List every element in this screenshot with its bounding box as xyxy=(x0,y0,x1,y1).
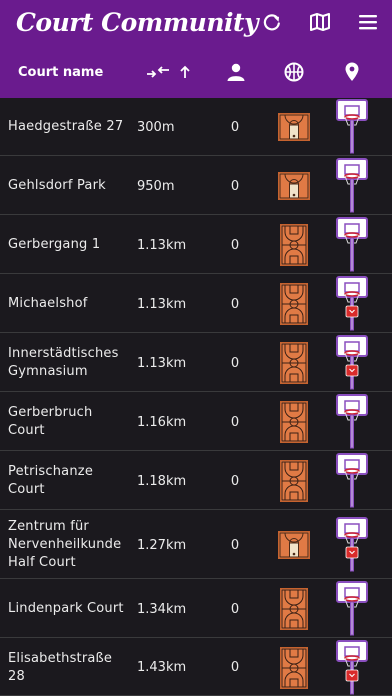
app-title: Court Community xyxy=(16,8,259,37)
court-name: Innerstädtisches Gymnasium xyxy=(8,346,119,379)
court-distance: 1.27km xyxy=(137,537,187,553)
hoop-icon xyxy=(332,580,372,638)
court-distance: 1.18km xyxy=(137,473,187,489)
column-players[interactable] xyxy=(226,46,246,98)
table-row[interactable]: Lindenpark Court 1.34km 0 xyxy=(0,580,392,638)
hoop-with-net-icon xyxy=(332,275,372,333)
hoop-icon xyxy=(332,216,372,274)
court-name-label: Court name xyxy=(18,64,104,80)
full-court-icon xyxy=(276,275,312,333)
person-icon xyxy=(227,63,245,81)
table-row[interactable]: Zentrum für Nervenheilkunde Half Court 1.… xyxy=(0,511,392,579)
player-count: 0 xyxy=(230,355,240,371)
court-name: Michaelshof xyxy=(8,296,88,311)
refresh-icon[interactable] xyxy=(258,10,286,34)
player-count: 0 xyxy=(230,237,240,253)
court-distance: 1.13km xyxy=(137,237,187,253)
hoop-icon xyxy=(332,157,372,215)
player-count: 0 xyxy=(230,660,240,675)
column-surface[interactable] xyxy=(284,46,304,98)
swap-arrows-icon xyxy=(147,66,169,78)
half-court-icon xyxy=(276,98,312,156)
full-court-icon xyxy=(276,580,312,638)
court-name: Haedgestraße 27 xyxy=(8,119,124,134)
hoop-icon xyxy=(332,98,372,156)
court-name: Gerberbruch Court xyxy=(8,405,93,438)
court-distance: 1.13km xyxy=(137,296,187,312)
half-court-icon xyxy=(276,511,312,579)
column-distance-sort[interactable] xyxy=(146,46,192,98)
basketball-icon xyxy=(284,62,304,82)
hoop-with-net-icon xyxy=(332,639,372,696)
court-distance: 1.34km xyxy=(137,601,187,617)
court-name: Zentrum für Nervenheilkunde Half Court xyxy=(8,519,122,570)
table-row[interactable]: Haedgestraße 27 300m 0 xyxy=(0,98,392,156)
menu-icon[interactable] xyxy=(354,10,382,34)
court-name: Lindenpark Court xyxy=(8,601,124,616)
column-court-name[interactable]: Court name xyxy=(18,46,103,98)
table-row[interactable]: Elisabethstraße 28 1.43km 0 xyxy=(0,639,392,696)
full-court-icon xyxy=(276,334,312,392)
hoop-icon xyxy=(332,393,372,451)
arrow-up-icon xyxy=(180,65,190,78)
map-pin-icon xyxy=(345,62,359,81)
table-row[interactable]: Gerberbruch Court 1.16km 0 xyxy=(0,393,392,451)
court-list[interactable]: Haedgestraße 27 300m 0 Gehlsdorf Park 950m 0 G… xyxy=(0,98,392,696)
full-court-icon xyxy=(276,393,312,451)
table-header: Court name xyxy=(0,46,392,98)
full-court-icon xyxy=(276,452,312,510)
hoop-with-net-icon xyxy=(332,511,372,579)
court-name: Gehlsdorf Park xyxy=(8,178,106,193)
court-name: Gerbergang 1 xyxy=(8,237,101,252)
player-count: 0 xyxy=(230,296,240,312)
table-row[interactable]: Innerstädtisches Gymnasium 1.13km 0 xyxy=(0,334,392,392)
court-distance: 1.43km xyxy=(137,660,187,675)
hoop-icon xyxy=(332,452,372,510)
court-distance: 300m xyxy=(137,119,175,135)
map-icon[interactable] xyxy=(306,10,334,34)
player-count: 0 xyxy=(230,473,240,489)
table-row[interactable]: Petrischanze Court 1.18km 0 xyxy=(0,452,392,510)
full-court-icon xyxy=(276,639,312,696)
court-distance: 1.16km xyxy=(137,414,187,430)
table-row[interactable]: Gerbergang 1 1.13km 0 xyxy=(0,216,392,274)
court-name: Elisabethstraße 28 xyxy=(8,650,113,684)
column-location[interactable] xyxy=(344,46,360,98)
court-distance: 1.13km xyxy=(137,355,187,371)
player-count: 0 xyxy=(230,178,240,194)
player-count: 0 xyxy=(230,414,240,430)
court-name: Petrischanze Court xyxy=(8,464,94,497)
app-bar: Court Community Court name xyxy=(0,0,392,98)
player-count: 0 xyxy=(230,119,240,135)
player-count: 0 xyxy=(230,601,240,617)
player-count: 0 xyxy=(230,537,240,553)
court-distance: 950m xyxy=(137,178,175,194)
hoop-with-net-icon xyxy=(332,334,372,392)
half-court-icon xyxy=(276,157,312,215)
table-row[interactable]: Gehlsdorf Park 950m 0 xyxy=(0,157,392,215)
full-court-icon xyxy=(276,216,312,274)
table-row[interactable]: Michaelshof 1.13km 0 xyxy=(0,275,392,333)
